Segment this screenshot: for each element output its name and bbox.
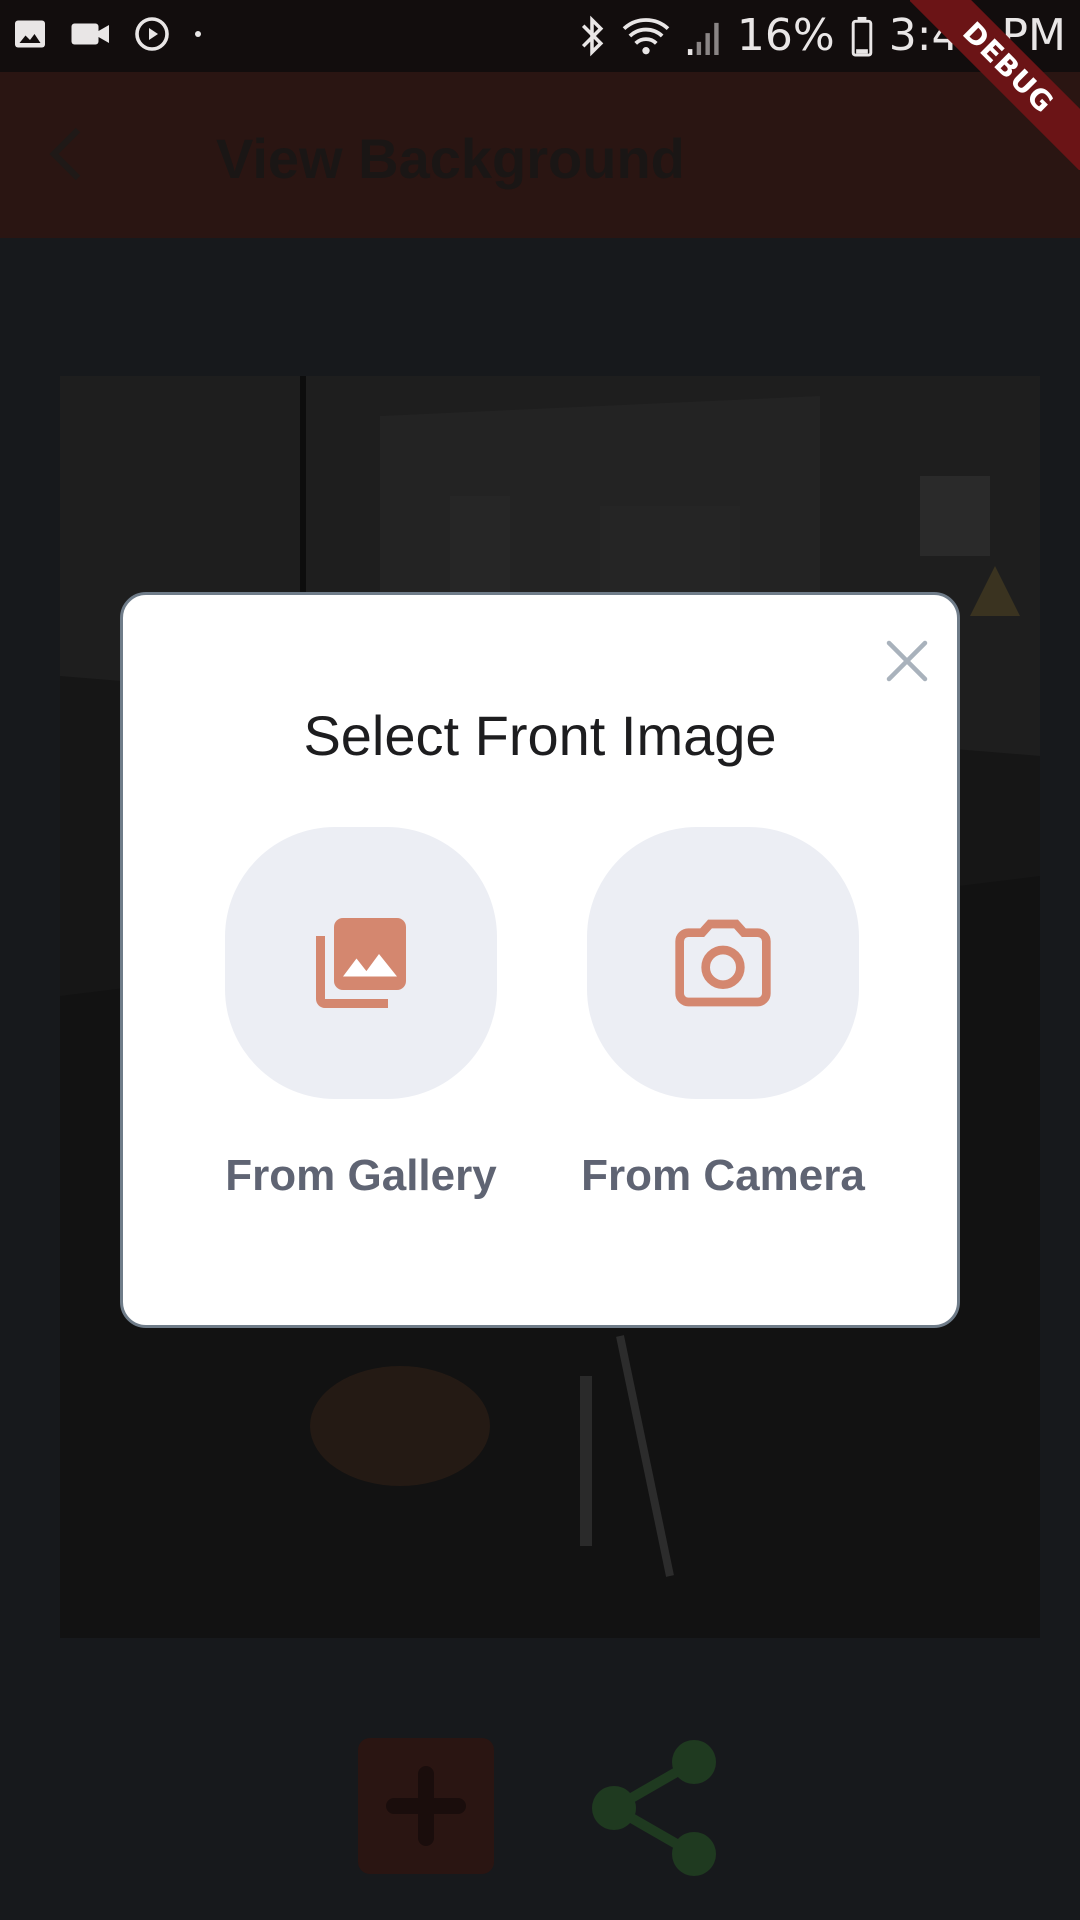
app-bar: View Background [0, 72, 1080, 238]
camera-icon [675, 919, 771, 1007]
video-camera-icon [71, 23, 109, 45]
page-title: View Background [216, 127, 685, 190]
close-icon[interactable] [875, 629, 939, 693]
from-gallery-option[interactable]: From Gallery [225, 827, 497, 1200]
clock: 3:44 PM [888, 10, 1066, 61]
play-circle-icon [135, 17, 169, 51]
select-image-dialog: Select Front Image From Gallery From Cam… [120, 592, 960, 1328]
signal-icon [687, 22, 719, 55]
battery-icon [851, 16, 872, 57]
status-left-icons [12, 16, 204, 52]
dialog-title: Select Front Image [303, 704, 777, 767]
gallery-tile[interactable] [225, 827, 497, 1099]
from-camera-label: From Camera [581, 1151, 865, 1200]
plus-icon [386, 1766, 466, 1846]
dot-icon [195, 31, 201, 37]
wifi-icon [622, 18, 670, 55]
chevron-left-icon[interactable] [42, 122, 90, 186]
battery-percent: 16% [736, 10, 835, 61]
image-icon [15, 20, 45, 48]
share-icon [592, 1740, 716, 1876]
status-right: 16% 3:44 PM [577, 10, 1066, 62]
from-gallery-label: From Gallery [225, 1151, 497, 1200]
photo-library-icon [316, 918, 406, 1008]
status-bar: 16% 3:44 PM [0, 0, 1080, 72]
bluetooth-icon [581, 15, 604, 57]
add-button[interactable] [358, 1738, 494, 1874]
from-camera-option[interactable]: From Camera [581, 827, 865, 1200]
share-button[interactable] [584, 1738, 724, 1878]
camera-tile[interactable] [587, 827, 859, 1099]
bottom-actions [0, 1738, 1080, 1878]
